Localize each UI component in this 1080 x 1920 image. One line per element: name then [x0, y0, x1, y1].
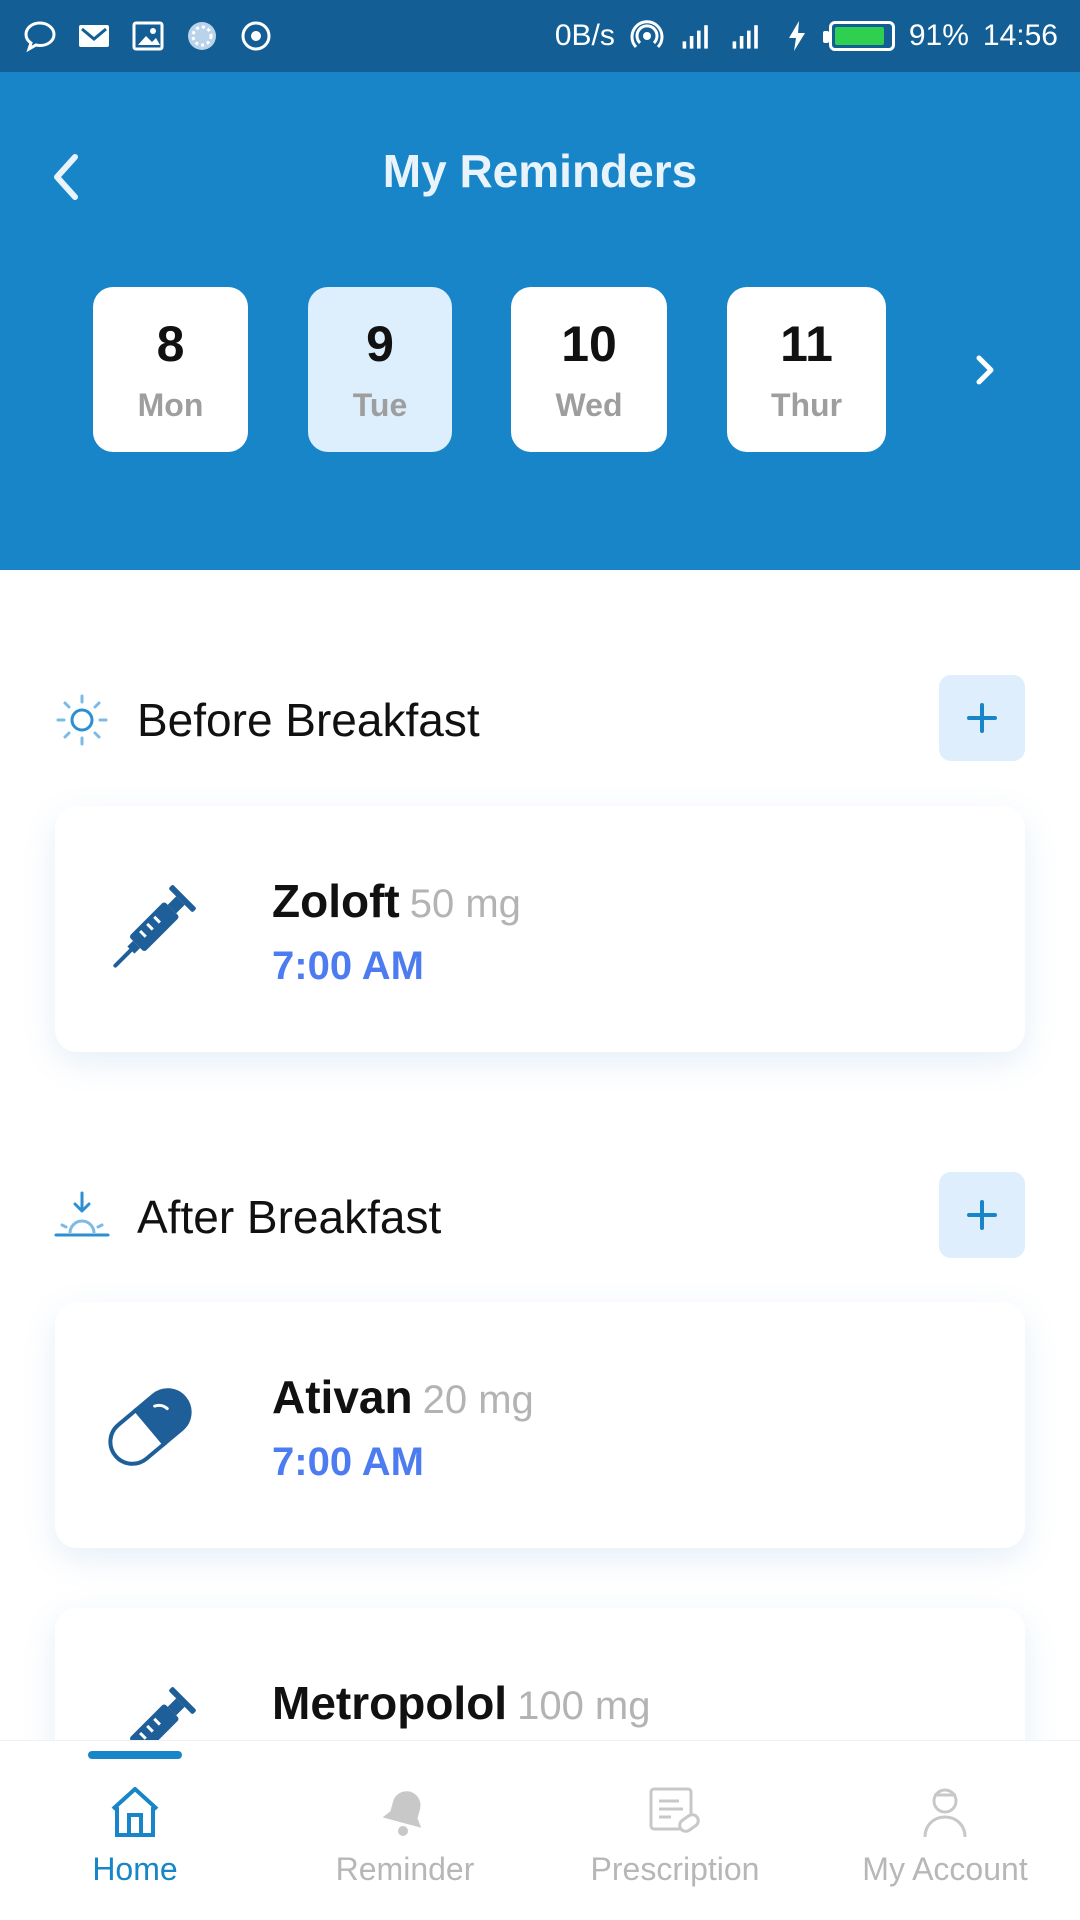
section-before-breakfast: Before Breakfast — [0, 675, 1080, 761]
medication-time: 7:00 AM — [272, 1440, 424, 1484]
day-weekday: Thur — [770, 386, 843, 423]
page-title: My Reminders — [382, 145, 698, 197]
day-number: 9 — [366, 315, 394, 372]
signal-icon — [729, 18, 765, 54]
day-wed[interactable]: 10 Wed — [511, 287, 667, 452]
mail-icon — [76, 18, 112, 54]
medication-title: Zoloft — [272, 875, 400, 927]
plus-icon — [967, 703, 997, 733]
sun-icon — [56, 694, 108, 746]
header: My Reminders 8 Mon 9 Tue 10 Wed 11 Thur — [0, 72, 1080, 570]
nav-reminder[interactable]: Reminder — [270, 1781, 540, 1911]
day-number: 8 — [156, 315, 185, 372]
net-speed: 0B/s — [554, 19, 615, 52]
day-weekday: Mon — [137, 386, 204, 423]
section-title: After Breakfast — [137, 1191, 442, 1243]
capsule-icon — [108, 1388, 192, 1466]
chat-icon — [22, 18, 58, 54]
medication-name: Metropolol 100 mg — [272, 1676, 651, 1730]
day-tue[interactable]: 9 Tue — [308, 287, 452, 452]
medication-card[interactable]: Zoloft 50 mg 7:00 AM — [55, 806, 1025, 1052]
battery-percent: 91% — [908, 19, 969, 52]
bottom-navigation: Home Reminder Prescription My Account — [0, 1740, 1080, 1920]
charging-icon — [779, 18, 815, 54]
sunrise-icon — [54, 1191, 110, 1237]
add-reminder-button[interactable] — [939, 675, 1025, 761]
medication-time: 7:00 AM — [272, 944, 424, 988]
medication-name: Ativan 20 mg — [272, 1370, 534, 1424]
battery-icon — [822, 21, 895, 51]
gallery-icon — [130, 18, 166, 54]
signal-icon — [679, 18, 715, 54]
status-system: 0B/s 91% 14:56 — [555, 18, 1058, 54]
plus-icon — [967, 1200, 997, 1230]
battery-fill — [834, 27, 884, 45]
day-weekday: Tue — [352, 386, 408, 423]
syringe-icon — [113, 885, 196, 968]
medication-dose: 20 mg — [422, 1378, 534, 1422]
medication-name: Zoloft 50 mg — [272, 874, 521, 928]
nav-home[interactable]: Home — [0, 1781, 270, 1911]
medication-dose: 100 mg — [517, 1684, 651, 1728]
home-icon — [111, 1787, 159, 1837]
prescription-icon — [649, 1787, 700, 1833]
nav-label: Prescription — [590, 1851, 760, 1887]
medication-dose: 50 mg — [409, 882, 521, 926]
day-thur[interactable]: 11 Thur — [727, 287, 886, 452]
day-selector: 8 Mon 9 Tue 10 Wed 11 Thur — [0, 287, 1080, 452]
nav-prescription[interactable]: Prescription — [540, 1781, 810, 1911]
clock: 14:56 — [982, 19, 1058, 52]
day-number: 10 — [561, 315, 617, 372]
user-icon — [923, 1788, 967, 1838]
medication-title: Ativan — [272, 1371, 413, 1423]
chevron-right-icon — [976, 355, 994, 384]
section-title: Before Breakfast — [137, 694, 480, 746]
nav-label: My Account — [862, 1851, 1028, 1887]
add-reminder-button[interactable] — [939, 1172, 1025, 1258]
day-mon[interactable]: 8 Mon — [93, 287, 248, 452]
medication-card[interactable]: Ativan 20 mg 7:00 AM — [55, 1302, 1025, 1548]
medication-title: Metropolol — [272, 1677, 508, 1729]
loading-icon — [184, 18, 220, 54]
next-days-button[interactable] — [955, 337, 1015, 402]
hotspot-icon — [629, 18, 665, 54]
day-weekday: Wed — [555, 386, 623, 423]
active-tab-indicator — [88, 1751, 182, 1759]
status-notifications — [22, 18, 274, 54]
status-bar: 0B/s 91% 14:56 — [0, 0, 1080, 72]
section-after-breakfast: After Breakfast — [0, 1172, 1080, 1258]
day-number: 11 — [780, 315, 833, 372]
target-icon — [238, 18, 274, 54]
nav-label: Reminder — [335, 1851, 475, 1887]
bell-icon — [382, 1791, 422, 1836]
nav-label: Home — [92, 1851, 178, 1887]
nav-my-account[interactable]: My Account — [810, 1781, 1080, 1911]
